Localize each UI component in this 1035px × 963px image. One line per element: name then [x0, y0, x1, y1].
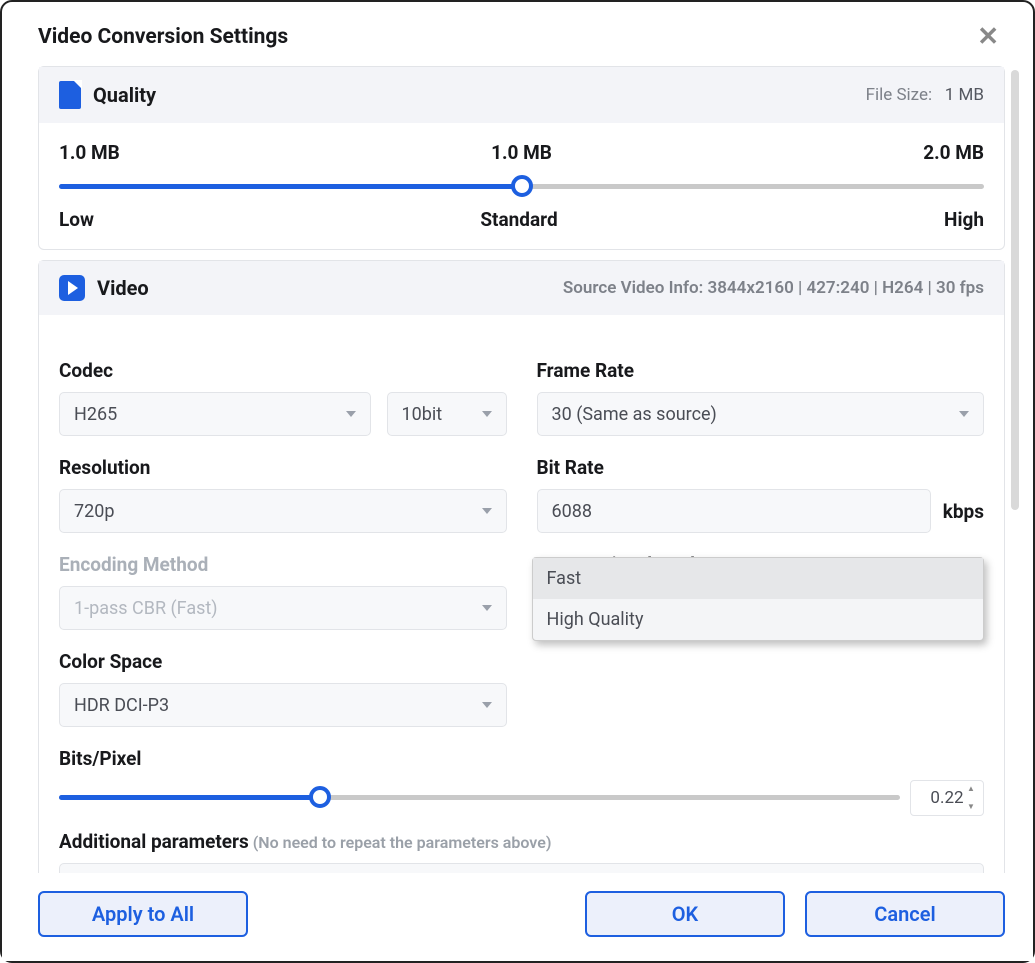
dialog-body: Quality File Size: 1 MB 1.0 MB 1.0 MB 2.…	[2, 66, 1033, 873]
quality-high-mb: 2.0 MB	[923, 141, 984, 164]
encoding-method-select: 1-pass CBR (Fast)	[59, 586, 507, 630]
chevron-down-icon	[959, 411, 969, 417]
bitdepth-select[interactable]: 10bit	[387, 392, 507, 436]
video-header: Video Source Video Info: 3844x2160 | 427…	[39, 261, 1004, 315]
codec-label: Codec	[59, 359, 507, 382]
quality-title: Quality	[93, 83, 156, 107]
close-icon[interactable]: ✕	[971, 24, 1005, 50]
ok-button[interactable]: OK	[585, 891, 785, 937]
bitrate-field: Bit Rate 6088 kbps	[537, 456, 985, 533]
dialog-footer: Apply to All OK Cancel	[2, 873, 1033, 961]
dialog-title: Video Conversion Settings	[38, 25, 288, 49]
file-icon	[59, 81, 81, 109]
bitrate-label: Bit Rate	[537, 456, 985, 479]
video-title: Video	[97, 276, 149, 300]
additional-parameters-hint: (No need to repeat the parameters above)	[253, 833, 552, 852]
quality-low-label: Low	[59, 208, 94, 231]
file-size-label: File Size:	[866, 85, 933, 105]
spinner-icon[interactable]: ▲▼	[967, 785, 979, 811]
resolution-select[interactable]: 720p	[59, 489, 507, 533]
additional-parameters-field: Additional parameters (No need to repeat…	[59, 830, 984, 873]
framerate-label: Frame Rate	[537, 359, 985, 382]
bits-per-pixel-slider[interactable]	[59, 785, 900, 811]
chevron-down-icon	[482, 508, 492, 514]
quality-header: Quality File Size: 1 MB	[39, 67, 1004, 123]
resolution-field: Resolution 720p	[59, 456, 507, 533]
codec-select[interactable]: H265	[59, 392, 371, 436]
color-space-field: Color Space HDR DCI-P3	[59, 650, 507, 727]
play-icon	[59, 275, 85, 301]
framerate-field: Frame Rate 30 (Same as source)	[537, 359, 985, 436]
chevron-down-icon	[346, 411, 356, 417]
quality-slider[interactable]	[59, 174, 984, 200]
bitrate-input[interactable]: 6088	[537, 489, 931, 533]
file-size-value: 1 MB	[945, 85, 984, 105]
quality-section: Quality File Size: 1 MB 1.0 MB 1.0 MB 2.…	[38, 66, 1005, 250]
encoding-method-label: Encoding Method	[59, 553, 507, 576]
output-visual-mode-dropdown: Fast High Quality	[532, 557, 985, 641]
bits-per-pixel-field: Bits/Pixel 0.22 ▲▼	[59, 747, 984, 816]
additional-parameters-label: Additional parameters	[59, 830, 249, 853]
resolution-label: Resolution	[59, 456, 507, 479]
chevron-down-icon	[482, 605, 492, 611]
additional-parameters-input[interactable]	[59, 863, 984, 873]
color-space-label: Color Space	[59, 650, 507, 673]
file-size-readout: File Size: 1 MB	[866, 85, 984, 105]
source-video-info: Source Video Info: 3844x2160 | 427:240 |…	[563, 278, 984, 298]
framerate-select[interactable]: 30 (Same as source)	[537, 392, 985, 436]
scrollbar[interactable]	[1011, 70, 1019, 510]
dialog-header: Video Conversion Settings ✕	[2, 2, 1033, 66]
chevron-down-icon	[482, 411, 492, 417]
apply-to-all-button[interactable]: Apply to All	[38, 891, 248, 937]
chevron-down-icon	[482, 702, 492, 708]
quality-low-mb: 1.0 MB	[59, 141, 120, 164]
video-section: Video Source Video Info: 3844x2160 | 427…	[38, 260, 1005, 873]
bits-per-pixel-value[interactable]: 0.22 ▲▼	[910, 780, 984, 816]
video-conversion-dialog: Video Conversion Settings ✕ Quality File…	[0, 0, 1035, 963]
color-space-select[interactable]: HDR DCI-P3	[59, 683, 507, 727]
cancel-button[interactable]: Cancel	[805, 891, 1005, 937]
codec-field: Codec H265 10bit	[59, 359, 507, 436]
dropdown-item-fast[interactable]: Fast	[533, 558, 984, 599]
quality-standard-label: Standard	[480, 208, 557, 231]
bitrate-unit: kbps	[943, 500, 984, 523]
bits-per-pixel-label: Bits/Pixel	[59, 747, 984, 770]
encoding-method-field: Encoding Method 1-pass CBR (Fast)	[59, 553, 507, 630]
quality-mid-mb: 1.0 MB	[491, 141, 552, 164]
dropdown-item-high-quality[interactable]: High Quality	[533, 599, 984, 640]
quality-high-label: High	[944, 208, 984, 231]
